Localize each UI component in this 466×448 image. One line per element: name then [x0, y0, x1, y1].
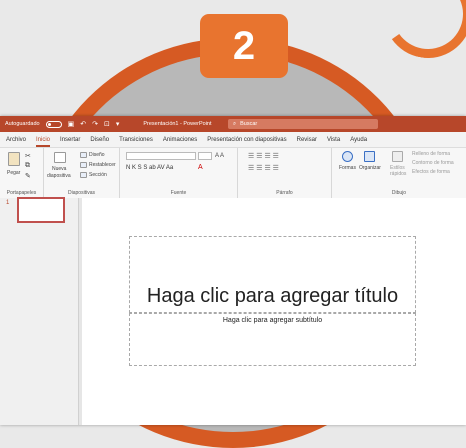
new-slide-label-2[interactable]: diapositiva [47, 173, 71, 179]
tab-ayuda[interactable]: Ayuda [350, 137, 367, 147]
font-format-buttons[interactable]: N K S S ab AV Aa [126, 165, 173, 171]
paste-label[interactable]: Pegar [7, 170, 20, 176]
document-title: Presentación1 - PowerPoint [143, 121, 212, 127]
group-fuente: A A N K S S ab AV Aa A Fuente [120, 148, 238, 198]
tab-revisar[interactable]: Revisar [297, 137, 317, 147]
paste-icon[interactable] [8, 152, 20, 166]
tab-animaciones[interactable]: Animaciones [163, 137, 197, 147]
tab-vista[interactable]: Vista [327, 137, 340, 147]
align-icon[interactable]: ☰ ☰ ☰ ☰ [248, 164, 279, 172]
copy-icon[interactable]: ⧉ [25, 162, 30, 170]
font-family-field[interactable] [126, 152, 196, 160]
format-painter-icon[interactable]: ✎ [25, 172, 31, 180]
group-dibujo: Formas Organizar Estilos rápidos Relleno… [332, 148, 466, 198]
corner-decoration [377, 0, 466, 65]
group-label-fuente: Fuente [170, 190, 187, 196]
group-label-dibujo: Dibujo [391, 190, 407, 196]
powerpoint-window: Autoguardado ▣ ↶ ↷ ⊡ ▾ Presentación1 - P… [0, 116, 466, 425]
group-parrafo: ☰ ☰ ☰ ☰ ☰ ☰ ☰ ☰ Párrafo [238, 148, 332, 198]
workspace: 1 Haga clic para agregar título Haga cli… [0, 197, 466, 425]
autosave-toggle[interactable] [45, 120, 62, 128]
shapes-icon[interactable] [342, 151, 353, 162]
arrange-icon[interactable] [364, 151, 375, 162]
layout-button[interactable]: Diseño [89, 152, 105, 158]
ribbon: Pegar ✂ ⧉ ✎ Portapapeles Nueva diapositi… [0, 148, 466, 199]
title-placeholder[interactable]: Haga clic para agregar título [129, 236, 416, 313]
group-diapositivas: Nueva diapositiva Diseño Restablecer Sec… [44, 148, 120, 198]
step-badge: 2 [200, 14, 288, 78]
autosave-label: Autoguardado [5, 121, 40, 127]
quick-styles-label-2[interactable]: rápidos [390, 171, 406, 177]
redo-icon[interactable]: ↷ [92, 121, 98, 128]
section-button[interactable]: Sección [89, 172, 107, 178]
arrange-button[interactable]: Organizar [359, 165, 381, 171]
group-portapapeles: Pegar ✂ ⧉ ✎ Portapapeles [0, 148, 44, 198]
present-icon[interactable]: ⊡ [104, 121, 110, 128]
tab-transiciones[interactable]: Transiciones [119, 137, 153, 147]
font-size-buttons[interactable]: A A [215, 153, 224, 159]
tab-inicio[interactable]: Inicio [36, 137, 51, 147]
tab-diseno[interactable]: Diseño [90, 137, 109, 147]
shape-fill-button[interactable]: Relleno de forma [412, 151, 450, 157]
search-placeholder: Buscar [240, 121, 258, 127]
shape-outline-button[interactable]: Contorno de forma [412, 160, 454, 166]
shapes-button[interactable]: Formas [339, 165, 356, 171]
font-color-icon[interactable]: A [198, 164, 203, 171]
group-label-diapositivas: Diapositivas [68, 190, 95, 196]
ribbon-tabs: Archivo Inicio Insertar Diseño Transicio… [0, 132, 466, 148]
save-icon[interactable]: ▣ [68, 121, 75, 128]
group-label-portapapeles: Portapapeles [6, 190, 37, 196]
font-size-field[interactable] [198, 152, 212, 160]
reset-button[interactable]: Restablecer [89, 162, 116, 168]
slide-canvas[interactable]: Haga clic para agregar título Haga clic … [82, 198, 466, 425]
subtitle-placeholder[interactable]: Haga clic para agregar subtítulo [129, 313, 416, 366]
tab-presentacion[interactable]: Presentación con diapositivas [207, 137, 286, 147]
section-icon[interactable] [80, 172, 87, 178]
reset-icon[interactable] [80, 162, 87, 168]
quick-styles-icon[interactable] [392, 151, 403, 162]
customize-icon[interactable]: ▾ [116, 121, 120, 128]
group-label-parrafo: Párrafo [276, 190, 293, 196]
tab-insertar[interactable]: Insertar [60, 137, 80, 147]
shape-effects-button[interactable]: Efectos de forma [412, 169, 450, 175]
search-icon: ⌕ [233, 120, 237, 127]
bullets-icon[interactable]: ☰ ☰ ☰ ☰ [248, 152, 279, 160]
slide-thumbnail[interactable] [17, 197, 65, 223]
title-bar: Autoguardado ▣ ↶ ↷ ⊡ ▾ Presentación1 - P… [0, 116, 466, 132]
search-box[interactable]: ⌕ Buscar [228, 119, 378, 129]
layout-icon[interactable] [80, 152, 87, 158]
new-slide-label[interactable]: Nueva [52, 166, 66, 172]
slide-number: 1 [6, 200, 10, 206]
undo-icon[interactable]: ↶ [80, 121, 86, 128]
tab-archivo[interactable]: Archivo [6, 137, 26, 147]
cut-icon[interactable]: ✂ [25, 152, 31, 160]
new-slide-icon[interactable] [54, 152, 66, 163]
slide-thumbnail-pane: 1 [0, 197, 79, 425]
